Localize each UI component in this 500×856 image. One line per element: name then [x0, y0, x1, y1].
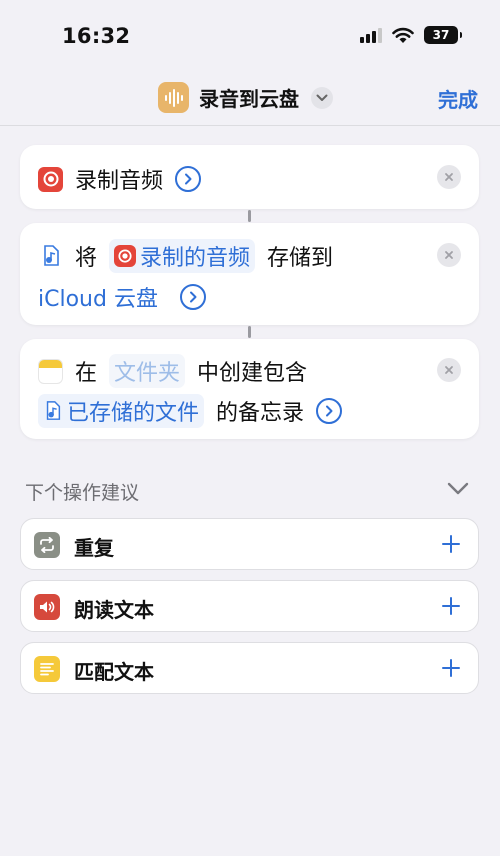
chevron-right-icon[interactable]: [316, 398, 343, 424]
token-label: 录制的音频: [140, 246, 251, 271]
section-title: 下个操作建议: [25, 482, 140, 504]
battery-icon: 37: [424, 26, 462, 44]
wifi-icon: [392, 27, 414, 43]
variable-token-recorded-audio[interactable]: 录制的音频: [109, 239, 256, 273]
action-label: 录制音频: [75, 169, 164, 194]
file-icon: [38, 244, 63, 269]
suggestion-label: 朗读文本: [74, 598, 154, 622]
suggestion-speak-text[interactable]: 朗读文本: [20, 580, 479, 632]
text-lines-icon: [34, 656, 60, 682]
plus-icon: [442, 659, 460, 677]
suggestions-header[interactable]: 下个操作建议: [25, 478, 475, 506]
waveform-icon: [158, 82, 189, 113]
status-time: 16:32: [62, 24, 131, 48]
chevron-down-icon[interactable]: [311, 86, 333, 109]
add-action-button[interactable]: [438, 655, 464, 681]
action-text: 将: [75, 246, 98, 271]
status-bar: 16:32 37: [0, 0, 500, 70]
add-action-button[interactable]: [438, 593, 464, 619]
folder-parameter[interactable]: 文件夹: [109, 354, 186, 388]
suggestion-repeat[interactable]: 重复: [20, 518, 479, 570]
variable-token-saved-file[interactable]: 已存储的文件: [38, 394, 205, 428]
action-card-save-file[interactable]: 将 录制的音频 存储到 iCloud 云盘: [20, 223, 479, 325]
action-text: 在: [75, 361, 98, 386]
action-card-create-note[interactable]: 在 文件夹 中创建包含 已存储的文件 的备忘录: [20, 339, 479, 439]
add-action-button[interactable]: [438, 531, 464, 557]
record-icon: [114, 245, 137, 267]
plus-icon: [442, 597, 460, 615]
file-icon: [46, 401, 61, 420]
notes-icon: [38, 358, 63, 384]
token-label: 已存储的文件: [67, 401, 200, 426]
action-text: 中创建包含: [197, 361, 308, 386]
suggestion-label: 重复: [74, 536, 114, 560]
speaker-icon: [34, 594, 60, 620]
record-icon: [38, 166, 63, 192]
flow-connector: [248, 326, 251, 338]
nav-bar: 录音到云盘 完成: [0, 70, 500, 126]
flow-connector: [248, 210, 251, 222]
done-button[interactable]: 完成: [438, 84, 478, 113]
chevron-right-icon[interactable]: [175, 166, 202, 192]
close-icon[interactable]: [437, 243, 461, 267]
action-text: 存储到: [267, 246, 334, 271]
chevron-right-icon[interactable]: [179, 284, 206, 310]
action-card-record-audio[interactable]: 录制音频: [20, 145, 479, 209]
suggestion-match-text[interactable]: 匹配文本: [20, 642, 479, 694]
page-title: 录音到云盘: [199, 87, 299, 111]
status-icons: 37: [360, 26, 462, 44]
repeat-icon: [34, 532, 60, 558]
plus-icon: [442, 535, 460, 553]
suggestion-label: 匹配文本: [74, 660, 154, 684]
close-icon[interactable]: [437, 358, 461, 382]
close-icon[interactable]: [437, 165, 461, 189]
shortcut-title-menu[interactable]: 录音到云盘: [158, 82, 333, 113]
chevron-down-icon[interactable]: [447, 482, 469, 496]
cellular-signal-icon: [360, 27, 382, 43]
destination-parameter[interactable]: iCloud 云盘: [38, 281, 158, 313]
action-text: 的备忘录: [216, 401, 305, 426]
